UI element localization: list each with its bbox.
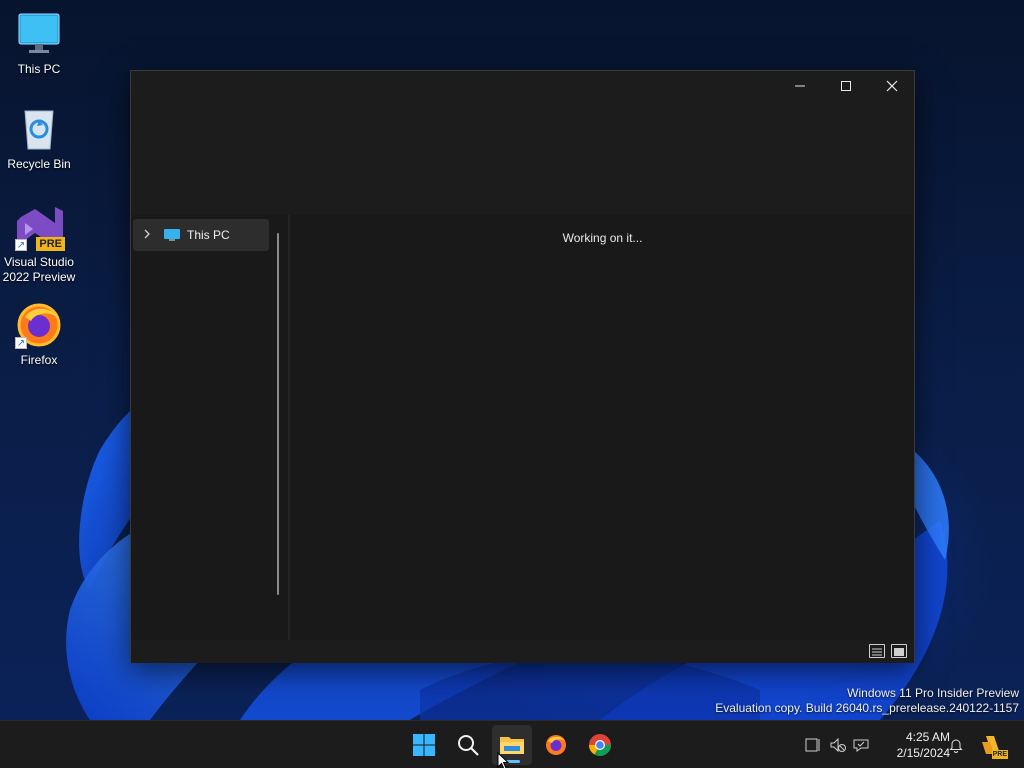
- nav-scrollbar[interactable]: [277, 233, 279, 595]
- desktop-icon-firefox[interactable]: ↗ Firefox: [0, 301, 78, 368]
- firefox-icon: ↗: [15, 301, 63, 349]
- clock-time: 4:25 AM: [905, 730, 950, 744]
- maximize-icon: [841, 81, 851, 91]
- desktop-icon-label: Recycle Bin: [7, 157, 71, 171]
- title-bar[interactable]: [131, 71, 914, 101]
- minimize-icon: [795, 85, 805, 87]
- bell-icon[interactable]: [946, 735, 966, 755]
- volume-muted-icon[interactable]: [828, 735, 848, 755]
- desktop-icon-recycle-bin[interactable]: Recycle Bin: [0, 105, 78, 172]
- pane-splitter[interactable]: [288, 215, 290, 640]
- taskbar-chrome-button[interactable]: [580, 725, 620, 765]
- large-icons-view-button[interactable]: [891, 644, 907, 658]
- maximize-button[interactable]: [823, 71, 869, 101]
- watermark-line-2: Evaluation copy. Build 26040.rs_prerelea…: [715, 701, 1019, 715]
- search-icon: [458, 735, 479, 756]
- copilot-button[interactable]: PRE: [980, 732, 1008, 759]
- desktop-icon-visual-studio[interactable]: PRE ↗ Visual Studio 2022 Preview: [0, 203, 78, 285]
- navigation-pane[interactable]: This PC: [131, 215, 289, 640]
- clock-date: 2/15/2024: [896, 746, 950, 760]
- minimize-button[interactable]: [777, 71, 823, 101]
- monitor-icon: [15, 10, 63, 58]
- recycle-bin-icon: [15, 105, 63, 153]
- visual-studio-icon: PRE ↗: [15, 203, 65, 251]
- nav-item-label: This PC: [187, 228, 230, 242]
- taskbar-clock[interactable]: 4:25 AM 2/15/2024: [876, 729, 950, 761]
- taskbar-firefox-button[interactable]: [536, 725, 576, 765]
- taskbar: 4:25 AM 2/15/2024 PRE: [0, 720, 1024, 768]
- command-area: [131, 101, 914, 215]
- windows-start-icon: [413, 734, 435, 756]
- close-button[interactable]: [869, 71, 915, 101]
- chrome-icon: [589, 734, 611, 756]
- desktop-icon-label: Firefox: [20, 353, 58, 367]
- close-icon: [886, 80, 898, 92]
- large-icons-view-icon: [894, 648, 904, 656]
- network-icon[interactable]: [803, 735, 823, 755]
- preview-badge: PRE: [36, 237, 65, 251]
- taskbar-search-button[interactable]: [448, 725, 488, 765]
- details-view-button[interactable]: [869, 644, 885, 658]
- mouse-cursor-icon: [497, 751, 511, 768]
- status-bar: [131, 640, 914, 663]
- monitor-icon: [163, 228, 181, 242]
- taskbar-start-button[interactable]: [404, 725, 444, 765]
- shortcut-arrow-icon: ↗: [15, 337, 27, 349]
- content-pane[interactable]: Working on it...: [291, 215, 914, 640]
- watermark-line-1: Windows 11 Pro Insider Preview: [847, 686, 1019, 700]
- firefox-icon: [546, 735, 566, 755]
- desktop-icon-label: This PC: [17, 62, 61, 76]
- file-explorer-window[interactable]: This PC Working on it...: [130, 70, 915, 663]
- details-view-icon: [872, 648, 882, 656]
- preview-badge: PRE: [991, 750, 1008, 759]
- evaluation-watermark: Windows 11 Pro Insider Preview Evaluatio…: [715, 686, 1019, 716]
- shortcut-arrow-icon: ↗: [15, 239, 27, 251]
- language-icon[interactable]: [851, 735, 871, 755]
- nav-item-this-pc[interactable]: This PC: [133, 219, 269, 251]
- desktop-icon-this-pc[interactable]: This PC: [0, 10, 78, 77]
- loading-status: Working on it...: [562, 231, 643, 245]
- chevron-right-icon[interactable]: [143, 228, 155, 242]
- desktop-icon-label: Visual Studio 2022 Preview: [2, 255, 76, 284]
